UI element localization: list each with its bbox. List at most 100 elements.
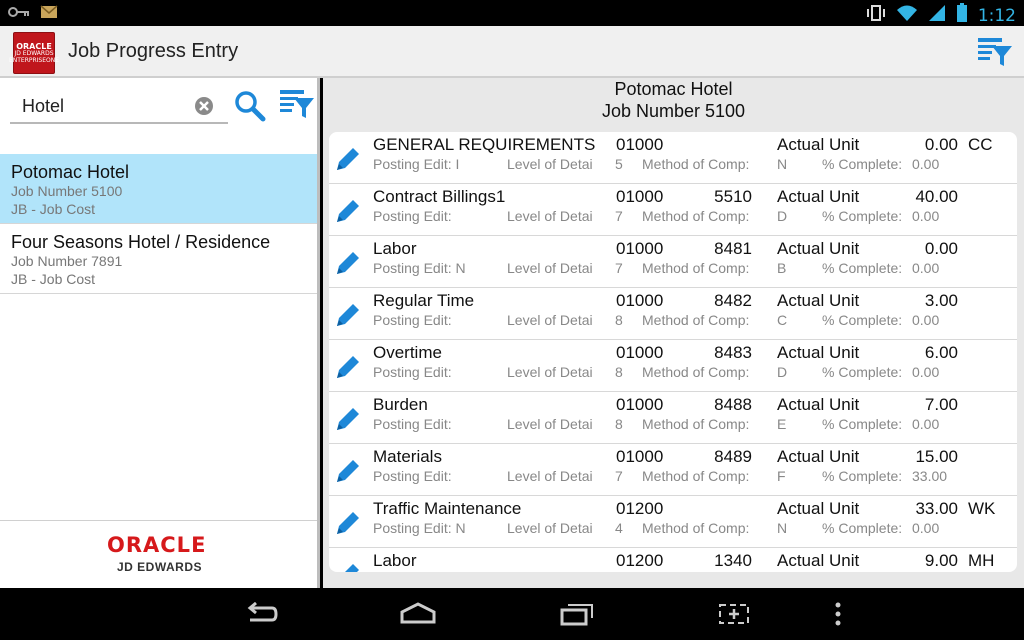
method-of-comp-value: F — [777, 468, 786, 484]
actual-unit-label: Actual Unit — [777, 499, 860, 518]
back-icon[interactable] — [244, 601, 278, 631]
edit-icon[interactable] — [333, 352, 363, 387]
posting-edit: Posting Edit: I — [373, 156, 460, 172]
method-of-comp-value: N — [777, 520, 788, 536]
edit-icon[interactable] — [333, 456, 363, 491]
cost-code-subsidiary: 8482 — [714, 291, 752, 310]
actual-unit-label: Actual Unit — [777, 291, 860, 310]
recent-apps-icon[interactable] — [560, 602, 594, 631]
posting-edit: Posting Edit: N — [373, 260, 466, 276]
oracle-logo: ORACLE JD EDWARDS — [0, 520, 317, 588]
cost-code-account: 01000 — [616, 447, 664, 466]
cost-code-row[interactable]: Labor 01000 8481 Actual Unit 0.00 Posting Edi… — [329, 236, 1017, 288]
cost-code-account: 01000 — [616, 291, 664, 310]
percent-complete-value: 0.00 — [912, 364, 940, 380]
jde-brand: JD EDWARDS — [117, 560, 203, 574]
cost-code-account: 01000 — [616, 135, 664, 154]
method-of-comp-label: Method of Comp: — [642, 520, 750, 536]
posting-edit: Posting Edit: — [373, 416, 452, 432]
cost-code-row[interactable]: Traffic Maintenance 01200 Actual Unit 33.00… — [329, 496, 1017, 548]
edit-icon[interactable] — [333, 404, 363, 439]
edit-icon[interactable] — [333, 300, 363, 335]
cost-code-row[interactable]: GENERAL REQUIREMENTS 01000 Actual Unit 0.00… — [329, 132, 1017, 184]
actual-unit-label: Actual Unit — [777, 239, 860, 258]
level-of-detail-value: 8 — [615, 416, 623, 432]
wifi-icon — [896, 4, 918, 27]
actual-unit-label: Actual Unit — [777, 187, 860, 206]
actual-unit-value: 3.00 — [924, 291, 958, 310]
edit-icon[interactable] — [333, 196, 363, 231]
method-of-comp-value: E — [777, 416, 787, 432]
cost-code-row[interactable]: Labor012001340Actual Unit9.00MHPosting E… — [329, 548, 1017, 572]
cost-code-description: Burden — [373, 395, 428, 414]
cost-code-subsidiary: 1340 — [714, 551, 752, 570]
percent-complete-label: % Complete: — [822, 156, 903, 172]
edit-icon[interactable] — [333, 248, 363, 283]
home-icon[interactable] — [400, 602, 436, 631]
method-of-comp-value: D — [777, 208, 788, 224]
cost-code-row[interactable]: Burden 01000 8488 Actual Unit 7.00 Posting Ed… — [329, 392, 1017, 444]
screenshot-icon[interactable] — [718, 602, 750, 631]
job-list-item[interactable]: Four Seasons Hotel / Residence Job Numbe… — [0, 224, 317, 294]
method-of-comp-value: N — [777, 156, 788, 172]
actual-unit-value: 7.00 — [924, 395, 958, 414]
cost-code-description: Materials — [373, 447, 442, 466]
cost-code-row[interactable]: Materials 01000 8489 Actual Unit 15.00 Postin… — [329, 444, 1017, 496]
actual-unit-value: 0.00 — [924, 135, 958, 154]
cost-code-account: 01200 — [616, 551, 664, 570]
detail-subtitle: Job Number 5100 — [601, 101, 746, 121]
cost-code-description: Labor — [373, 239, 417, 258]
actual-unit-label: Actual Unit — [777, 343, 860, 362]
method-of-comp-label: Method of Comp: — [642, 364, 750, 380]
unit-of-measure: CC — [968, 135, 993, 154]
level-of-detail-label: Level of Detai — [507, 260, 593, 276]
level-of-detail-label: Level of Detai — [507, 520, 593, 536]
percent-complete-label: % Complete: — [822, 520, 903, 536]
unit-of-measure: WK — [968, 499, 996, 518]
percent-complete-value: 0.00 — [912, 416, 940, 432]
filter-icon[interactable] — [978, 36, 1012, 73]
job-list-item[interactable]: Potomac Hotel Job Number 5100 JB - Job C… — [0, 154, 317, 224]
cost-code-account: 01000 — [616, 343, 664, 362]
level-of-detail-label: Level of Detai — [507, 208, 593, 224]
cost-code-row[interactable]: Regular Time 01000 8482 Actual Unit 3.00 Post… — [329, 288, 1017, 340]
percent-complete-label: % Complete: — [822, 312, 903, 328]
edit-icon[interactable] — [333, 144, 363, 179]
actual-unit-label: Actual Unit — [777, 395, 860, 414]
level-of-detail-value: 8 — [615, 312, 623, 328]
detail-header: Potomac Hotel Job Number 5100 — [323, 78, 1024, 130]
percent-complete-value: 0.00 — [912, 156, 940, 172]
method-of-comp-label: Method of Comp: — [642, 468, 750, 484]
percent-complete-value: 0.00 — [912, 312, 940, 328]
clock: 1:12 — [977, 5, 1016, 26]
method-of-comp-label: Method of Comp: — [642, 208, 750, 224]
cost-code-row[interactable]: Overtime 01000 8483 Actual Unit 6.00 Posting … — [329, 340, 1017, 392]
actual-unit-value: 9.00 — [924, 551, 958, 570]
app-logo[interactable]: ORACLE JD EDWARDS ENTERPRISEONE — [9, 32, 59, 74]
cost-code-description: Overtime — [373, 343, 442, 362]
actual-unit-label: Actual Unit — [777, 135, 860, 154]
search-row — [0, 78, 317, 138]
mail-icon — [40, 5, 58, 24]
job-number: Job Number 7891 — [11, 253, 123, 269]
unit-of-measure: MH — [968, 551, 995, 570]
cost-code-list[interactable]: GENERAL REQUIREMENTS 01000 Actual Unit 0.00… — [329, 132, 1017, 572]
clear-icon[interactable] — [194, 96, 214, 116]
level-of-detail-value: 7 — [615, 208, 623, 224]
menu-icon[interactable] — [834, 602, 842, 631]
search-icon[interactable] — [234, 90, 266, 127]
navigation-bar — [0, 588, 1024, 640]
percent-complete-value: 0.00 — [912, 208, 940, 224]
filter-icon[interactable] — [280, 88, 314, 125]
level-of-detail-value: 5 — [615, 156, 623, 172]
edit-icon[interactable] — [333, 508, 363, 543]
edit-icon[interactable] — [333, 560, 363, 572]
actual-unit-value: 0.00 — [924, 239, 958, 258]
cost-code-account: 01000 — [616, 239, 664, 258]
percent-complete-label: % Complete: — [822, 208, 903, 224]
cost-code-subsidiary: 5510 — [714, 187, 752, 206]
method-of-comp-value: C — [777, 312, 788, 328]
level-of-detail-value: 8 — [615, 364, 623, 380]
cost-code-row[interactable]: Contract Billings1 01000 5510 Actual Unit 40… — [329, 184, 1017, 236]
percent-complete-label: % Complete: — [822, 364, 903, 380]
